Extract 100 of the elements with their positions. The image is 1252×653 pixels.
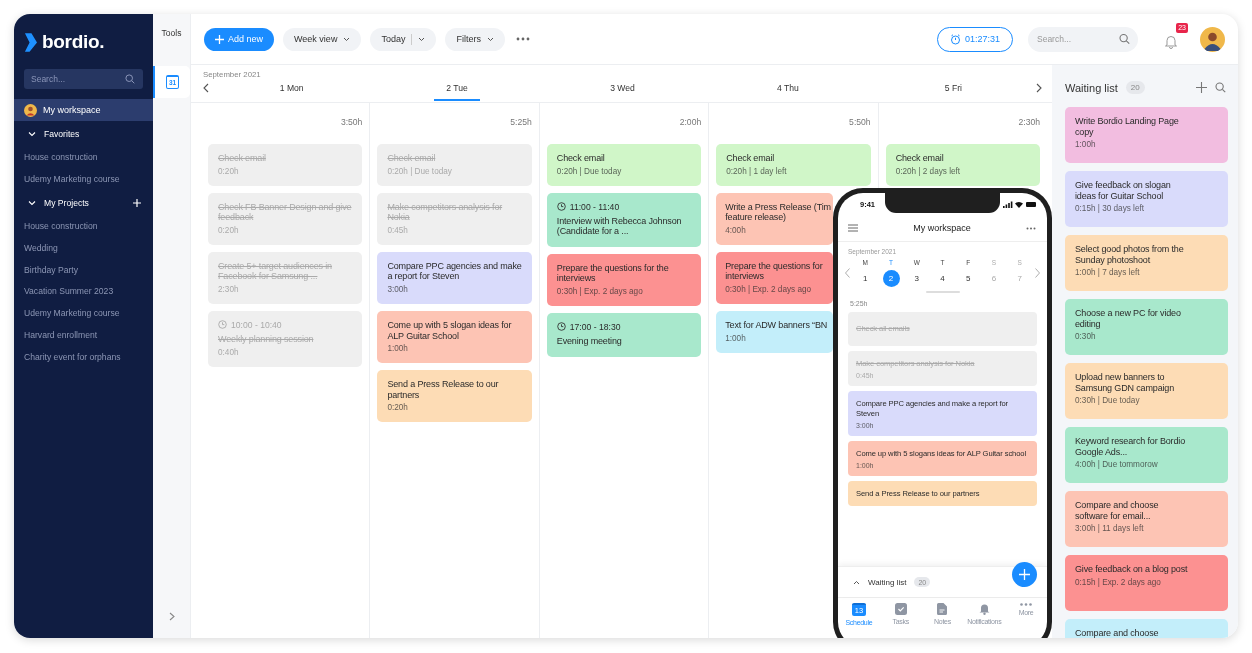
task-meta: 0:30h | Exp. 2 days ago bbox=[725, 284, 813, 294]
project-item[interactable]: House construction bbox=[14, 147, 153, 169]
more-icon[interactable] bbox=[515, 37, 530, 41]
task-title: Write Bordio Landing Page copy bbox=[1075, 116, 1180, 138]
task-card[interactable]: Select good photos from the Sunday photoshoot 1:00h | 7 days left bbox=[1065, 235, 1228, 291]
task-title: Upload new banners to Samsung GDN campaign bbox=[1075, 372, 1176, 394]
project-item[interactable]: Udemy Marketing course bbox=[14, 303, 153, 325]
task-meta: 0:15h | 30 days left bbox=[1075, 204, 1146, 214]
task-title: Keyword research for Bordio Google Ads... bbox=[1075, 436, 1186, 458]
task-card[interactable]: Upload new banners to Samsung GDN campaign 0:30h | Due today bbox=[1065, 363, 1228, 419]
document-icon bbox=[937, 603, 948, 615]
task-meta: 1:00h bbox=[725, 333, 747, 343]
chevron-down-icon[interactable] bbox=[28, 130, 36, 138]
task-card[interactable]: Compare PPC agencies and make a report for Steven 3:00h bbox=[377, 251, 532, 304]
task-card[interactable]: 11:00 - 11:40 Interview with Rebecca Johnson (Candidate for a ... bbox=[546, 192, 702, 247]
plus-icon bbox=[1019, 569, 1030, 580]
project-item[interactable]: House construction bbox=[14, 216, 153, 239]
drag-handle[interactable] bbox=[925, 291, 960, 293]
task-card[interactable]: 17:00 - 18:30 Evening meeting bbox=[546, 312, 702, 357]
plus-icon bbox=[215, 34, 224, 44]
task-card[interactable]: Text for ADW banners “BN 1:00h bbox=[716, 310, 833, 353]
time-range: 10:00 - 10:40 bbox=[231, 319, 282, 330]
view-dropdown[interactable]: Week view bbox=[283, 27, 362, 51]
task-card[interactable]: Check email 0:20h | 2 days left bbox=[885, 144, 1041, 186]
logo-icon bbox=[24, 32, 37, 52]
task-card[interactable]: Check email 0:20h | 1 day left bbox=[716, 144, 871, 186]
day-tab[interactable]: 4 Thu bbox=[765, 78, 811, 101]
day-total: 2:00h bbox=[678, 116, 702, 129]
task-card[interactable]: Choose a new PC for video editing 0:30h bbox=[1065, 299, 1228, 355]
task-title: Send a Press Release to our partners bbox=[387, 379, 500, 401]
task-meta: 1:00h | 7 days left bbox=[1075, 268, 1141, 278]
day-tab[interactable]: 3 Wed bbox=[598, 78, 647, 101]
logo-text: bordio. bbox=[42, 31, 105, 53]
task-title: Evening meeting bbox=[556, 335, 623, 347]
task-card[interactable]: Compare and choose bbox=[1065, 619, 1228, 638]
task-card[interactable]: Write a Press Release (Tim feature release) 4:00h bbox=[716, 192, 833, 245]
chevron-down-icon[interactable] bbox=[28, 199, 36, 208]
expand-icon[interactable] bbox=[168, 612, 175, 621]
previous-icon[interactable] bbox=[203, 83, 209, 93]
group-heading[interactable]: My Projects bbox=[44, 198, 125, 209]
task-card[interactable]: Give feedback on slogan ideas for Guitar School 0:15h | 30 days left bbox=[1065, 171, 1228, 227]
task-title: Come up with 5 slogan ideas for ALP Guitar School bbox=[387, 319, 513, 342]
task-meta: 0:40h bbox=[218, 347, 240, 357]
task-card[interactable]: Send a Press Release to our partners 0:20h bbox=[377, 370, 532, 423]
task-title: Weekly planning session bbox=[218, 333, 315, 345]
next-icon[interactable] bbox=[1036, 83, 1043, 93]
time-range: 17:00 - 18:30 bbox=[569, 321, 621, 332]
task-meta: 4:00h | Due tommorow bbox=[1075, 460, 1159, 470]
waiting-list-title: Waiting list bbox=[1065, 81, 1118, 94]
task-title: Check email bbox=[387, 153, 437, 164]
project-item[interactable]: Udemy Marketing course bbox=[14, 168, 153, 191]
search-field[interactable]: Search... bbox=[1028, 26, 1138, 52]
more-icon[interactable] bbox=[1026, 226, 1036, 230]
task-card[interactable]: Prepare the questions for the interviews 0:30h | Exp. 2 days ago bbox=[546, 253, 702, 306]
task-meta: 0:20h bbox=[218, 225, 240, 235]
task-card[interactable]: Give feedback on a blog post 0:15h | Exp. 2 days ago bbox=[1065, 555, 1228, 611]
task-title: Check email bbox=[895, 153, 945, 164]
task-title: Make competitors analysis for Nokia bbox=[387, 201, 504, 223]
search-icon bbox=[1119, 33, 1130, 45]
task-title: Prepare the questions for interviews bbox=[725, 260, 824, 282]
task-title: Compare and choose software for email... bbox=[1075, 500, 1160, 522]
task-title: Check email bbox=[556, 153, 606, 164]
day-tab[interactable]: 5 Fri bbox=[932, 78, 974, 101]
avatar-icon[interactable] bbox=[1200, 26, 1225, 52]
project-item[interactable]: Birthday Party bbox=[14, 259, 153, 282]
task-card[interactable]: Come up with 5 slogan ideas for ALP Guitar School 1:00h bbox=[377, 310, 532, 364]
bell-icon[interactable] bbox=[1164, 34, 1178, 49]
task-card[interactable]: Keyword research for Bordio Google Ads... 4:00h | Due tommorow bbox=[1065, 427, 1228, 483]
task-meta: 1:00h bbox=[1075, 140, 1097, 150]
day-tab[interactable]: 2 Tue bbox=[434, 78, 480, 101]
project-item[interactable]: Wedding bbox=[14, 238, 153, 260]
task-meta: 2:30h bbox=[218, 284, 240, 294]
project-item[interactable]: Harvard enrollment bbox=[14, 324, 153, 347]
task-title: Choose a new PC for video editing bbox=[1075, 308, 1182, 330]
day-tab[interactable]: 1 Mon bbox=[267, 78, 316, 101]
clock-icon bbox=[556, 322, 566, 332]
task-meta: 0:20h bbox=[387, 403, 409, 413]
chevron-down-icon bbox=[486, 36, 494, 42]
menu-icon[interactable] bbox=[848, 224, 858, 232]
task-title: Check FB Banner Design and give feedback bbox=[218, 201, 353, 223]
task-card[interactable]: Write Bordio Landing Page copy 1:00h bbox=[1065, 107, 1228, 163]
task-card[interactable]: Prepare the questions for interviews 0:30h | Exp. 2 days ago bbox=[716, 251, 833, 304]
search-icon bbox=[125, 74, 135, 84]
workspace-item[interactable]: My workspace bbox=[14, 99, 153, 121]
project-item[interactable]: Vacation Summer 2023 bbox=[14, 281, 153, 304]
day-total: 5:25h bbox=[509, 116, 532, 129]
search-icon[interactable] bbox=[1215, 82, 1226, 93]
search-field[interactable]: Search... bbox=[24, 69, 143, 89]
task-card[interactable]: Check email 0:20h | Due today bbox=[546, 144, 702, 186]
task-meta: 0:30h | Exp. 2 days ago bbox=[556, 286, 644, 296]
task-meta: 3:00h bbox=[387, 284, 409, 294]
tools-heading: Tools bbox=[160, 28, 183, 40]
project-item[interactable]: Charity event for orphans bbox=[14, 346, 153, 369]
waiting-list-label: Waiting list bbox=[868, 577, 907, 587]
today-button[interactable]: Today bbox=[370, 27, 437, 51]
group-heading[interactable]: Favorites bbox=[44, 129, 141, 139]
filters-dropdown[interactable]: Filters bbox=[445, 27, 505, 51]
task-card[interactable]: Compare and choose software for email... 3:00h | 11 days left bbox=[1065, 491, 1228, 547]
task-title: Check email bbox=[726, 153, 776, 164]
timer-button[interactable]: 01:27:31 bbox=[936, 26, 1013, 52]
